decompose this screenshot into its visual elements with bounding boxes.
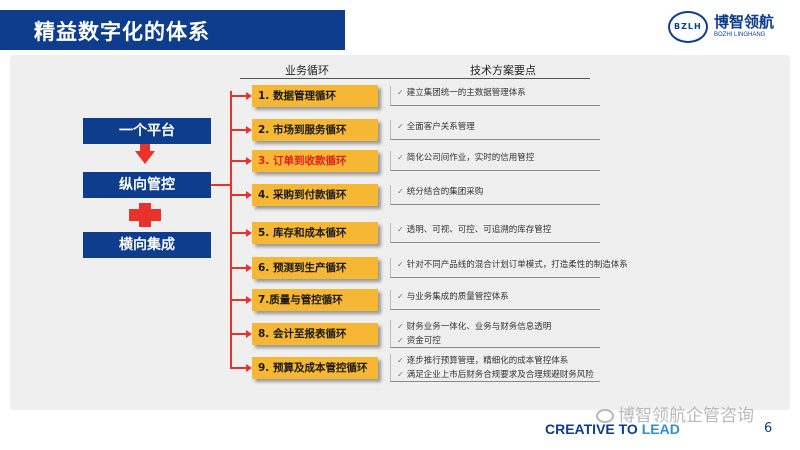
cycle-box: 3. 订单到收款循环: [252, 150, 378, 172]
tech-points: ✓ 简化公司间作业，实时的信用管控: [390, 151, 600, 171]
connector-line: [211, 184, 230, 186]
tech-point-text: 全面客户关系管理: [406, 122, 475, 132]
slogan-part-b: LEAD: [641, 421, 680, 437]
title-bar: 精益数字化的体系: [0, 10, 345, 50]
tech-point: ✓ 与业务集成的质量管控体系: [397, 290, 600, 304]
tech-point-text: 与业务集成的质量管控体系: [406, 292, 509, 302]
tech-points: ✓ 建立集团统一的主数据管理体系: [390, 86, 600, 106]
vertical-control-box: 纵向管控: [83, 172, 211, 198]
logo-name-en: BOZHI LINGHANG: [714, 32, 766, 38]
cycle-box: 5. 库存和成本循环: [252, 222, 378, 244]
cycle-box: 9. 预算及成本管控循环: [252, 357, 378, 379]
tech-point: ✓ 针对不同产品线的混合计划订单模式，打造柔性的制造体系: [397, 258, 628, 272]
tech-point-text: 统分结合的集团采购: [406, 187, 484, 197]
plus-icon-horizontal: [129, 209, 161, 221]
column-header-tech: 技术方案要点: [470, 64, 536, 77]
bracket-line: [230, 91, 232, 367]
cycle-box: 6. 预测到生产循环: [252, 257, 378, 279]
tech-points: ✓ 逐步推行预算管理，精细化的成本管控体系 ✓ 满足企业上市后财务合规要求及合理规避财…: [390, 354, 600, 382]
page-title: 精益数字化的体系: [34, 20, 210, 44]
cycle-box: 2. 市场到服务循环: [252, 119, 378, 141]
tech-point: ✓ 满足企业上市后财务合规要求及合理规避财务风险: [397, 368, 600, 382]
logo-name-cn: 博智领航: [714, 13, 775, 31]
slogan: CREATIVE TO LEAD: [545, 421, 680, 437]
platform-box: 一个平台: [83, 118, 211, 144]
check-icon: ✓: [397, 370, 404, 379]
logo-ring-icon: BZLH: [668, 11, 708, 43]
tech-point: ✓ 建立集团统一的主数据管理体系: [397, 86, 600, 100]
check-icon: ✓: [397, 225, 404, 234]
check-icon: ✓: [397, 153, 404, 162]
tech-points: ✓ 针对不同产品线的混合计划订单模式，打造柔性的制造体系: [390, 258, 628, 278]
tech-point: ✓ 财务业务一体化、业务与财务信息透明: [397, 320, 600, 334]
tech-points: ✓ 透明、可视、可控、可追溯的库存管控: [390, 223, 600, 243]
check-icon: ✓: [397, 260, 404, 269]
tech-point-text: 财务业务一体化、业务与财务信息透明: [406, 322, 552, 332]
check-icon: ✓: [397, 292, 404, 301]
horizontal-integration-box: 横向集成: [83, 232, 211, 258]
logo-mark: BZLH: [674, 22, 702, 31]
check-icon: ✓: [397, 356, 404, 365]
tech-points: ✓ 全面客户关系管理: [390, 120, 600, 140]
tech-point: ✓ 全面客户关系管理: [397, 120, 600, 134]
check-icon: ✓: [397, 322, 404, 331]
check-icon: ✓: [397, 187, 404, 196]
tech-point: ✓ 逐步推行预算管理，精细化的成本管控体系: [397, 354, 600, 368]
tech-point-text: 资金可控: [406, 336, 441, 346]
cycle-box: 8. 会计至报表循环: [252, 323, 378, 345]
tech-points: ✓ 财务业务一体化、业务与财务信息透明 ✓ 资金可控: [390, 320, 600, 348]
check-icon: ✓: [397, 88, 404, 97]
tech-point-text: 简化公司间作业，实时的信用管控: [406, 153, 535, 163]
check-icon: ✓: [397, 122, 404, 131]
tech-point-text: 透明、可视、可控、可追溯的库存管控: [406, 225, 552, 235]
tech-point: ✓ 统分结合的集团采购: [397, 185, 600, 199]
cycle-box: 1. 数据管理循环: [252, 85, 378, 107]
company-logo: BZLH 博智领航 BOZHI LINGHANG: [668, 11, 788, 43]
down-arrow-icon: [135, 151, 155, 164]
tech-points: ✓ 统分结合的集团采购: [390, 185, 600, 205]
tech-point-text: 针对不同产品线的混合计划订单模式，打造柔性的制造体系: [406, 260, 628, 270]
cycle-box: 7.质量与管控循环: [252, 289, 378, 311]
tech-point: ✓ 资金可控: [397, 334, 600, 348]
tech-point-text: 建立集团统一的主数据管理体系: [406, 88, 526, 98]
slogan-part-a: CREATIVE TO: [545, 421, 642, 437]
tech-points: ✓ 与业务集成的质量管控体系: [390, 290, 600, 310]
cycle-box: 4. 采购到付款循环: [252, 184, 378, 206]
column-header-cycle: 业务循环: [285, 64, 329, 77]
tech-point: ✓ 简化公司间作业，实时的信用管控: [397, 151, 600, 165]
tech-point-text: 满足企业上市后财务合规要求及合理规避财务风险: [406, 370, 594, 380]
tech-point-text: 逐步推行预算管理，精细化的成本管控体系: [406, 356, 569, 366]
tech-point: ✓ 透明、可视、可控、可追溯的库存管控: [397, 223, 600, 237]
page-number: 6: [764, 421, 773, 436]
check-icon: ✓: [397, 336, 404, 345]
header-divider: [240, 78, 590, 79]
